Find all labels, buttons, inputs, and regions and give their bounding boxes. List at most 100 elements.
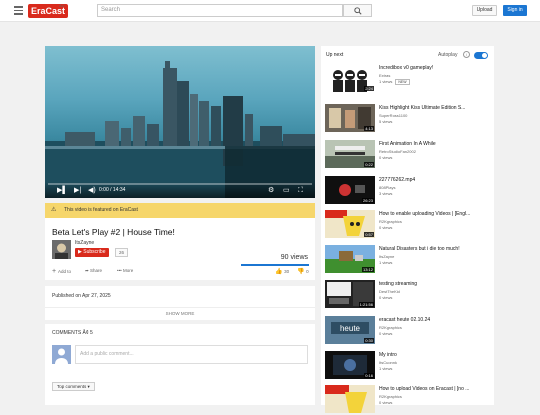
item-channel[interactable]: R2Kgraphics bbox=[379, 394, 402, 399]
comments-section: COMMENTS Â¢ 5 Add a public comment... To… bbox=[45, 324, 315, 405]
list-item[interactable]: 0:16 My intro ItsCuonnk 1 views bbox=[325, 351, 492, 381]
like-button[interactable]: 👍 30 bbox=[275, 268, 289, 275]
item-title[interactable]: eracast heute 02.10.24 bbox=[379, 317, 492, 323]
volume-icon[interactable]: ◀) bbox=[88, 187, 96, 194]
upload-button[interactable]: Upload bbox=[472, 5, 497, 16]
video-thumbnail[interactable]: 0:57 bbox=[325, 210, 375, 238]
item-channel[interactable]: ItsCuonnk bbox=[379, 360, 397, 365]
video-thumbnail[interactable]: 2:24 bbox=[325, 64, 375, 92]
item-channel[interactable]: 808Plays bbox=[379, 185, 395, 190]
item-title[interactable]: testing streaming bbox=[379, 281, 492, 287]
list-item[interactable]: 2:24 Incredibox v0 gameplay! Extras 1 vi… bbox=[325, 64, 492, 94]
item-channel[interactable]: SuperRoss1100 bbox=[379, 113, 407, 118]
views-text: 1 views bbox=[379, 79, 393, 84]
avatar-image bbox=[52, 240, 71, 259]
more-label: More bbox=[122, 268, 134, 273]
item-title[interactable]: How to enable uploading Videos | [Engl..… bbox=[379, 211, 492, 217]
item-channel[interactable]: RetroStudioFan2002 bbox=[379, 149, 416, 154]
video-thumbnail[interactable]: 0:16 bbox=[325, 351, 375, 379]
list-item[interactable]: heute 0:30 eracast heute 02.10.24 R2Kgra… bbox=[325, 316, 492, 346]
autoplay-toggle[interactable] bbox=[474, 52, 488, 59]
video-frame-cityscape bbox=[45, 61, 315, 198]
item-views: 3 views bbox=[379, 191, 393, 196]
video-info: Beta Let's Play #2 | House Time! ItsZayn… bbox=[45, 218, 315, 280]
item-views: 5 views bbox=[379, 119, 393, 124]
channel-name[interactable]: ItsZayne bbox=[75, 240, 94, 246]
search-button[interactable] bbox=[343, 4, 372, 17]
item-views: 0 views bbox=[379, 295, 393, 300]
list-item[interactable]: 13:12 Natural Disasters but i die too mu… bbox=[325, 245, 492, 275]
list-item[interactable]: 26:23 227776262.mp4 808Plays 3 views bbox=[325, 176, 492, 206]
video-title: Beta Let's Play #2 | House Time! bbox=[52, 227, 175, 237]
list-item[interactable]: 4:13 Kiss Highlight Kiss Ultimate Editio… bbox=[325, 104, 492, 134]
chevron-down-icon: ▾ bbox=[86, 384, 90, 389]
play-icon[interactable]: ▶▌ bbox=[57, 187, 67, 194]
item-channel[interactable]: DestTheKid bbox=[379, 289, 400, 294]
subscriber-count: 26 bbox=[115, 248, 129, 257]
channel-avatar[interactable] bbox=[52, 240, 71, 259]
top-header: EraCast AU Search Upload Sign in bbox=[0, 0, 540, 22]
featured-banner: ⚠ This video is featured on EraCast bbox=[45, 203, 315, 218]
settings-icon[interactable]: ⚙ bbox=[268, 187, 274, 194]
duration: 13:12 bbox=[361, 267, 374, 272]
item-title[interactable]: My intro bbox=[379, 352, 492, 358]
sign-in-button[interactable]: Sign in bbox=[503, 5, 527, 16]
item-views: 0 views bbox=[379, 331, 393, 336]
theater-icon[interactable]: ▭ bbox=[283, 187, 290, 194]
video-thumbnail[interactable] bbox=[325, 385, 375, 413]
item-views: 1 views bbox=[379, 260, 393, 265]
fullscreen-icon[interactable]: ⛶ bbox=[298, 187, 303, 194]
user-avatar bbox=[52, 345, 71, 364]
like-count: 30 bbox=[284, 269, 290, 274]
video-thumbnail[interactable]: 1:21:56 bbox=[325, 280, 375, 308]
comments-header: COMMENTS Â¢ 5 bbox=[52, 330, 93, 336]
duration: 0:30 bbox=[364, 338, 374, 343]
item-title[interactable]: 227776262.mp4 bbox=[379, 177, 492, 183]
menu-icon[interactable] bbox=[14, 6, 23, 15]
list-item[interactable]: How to upload Videos on Eracast | [no ..… bbox=[325, 385, 492, 415]
info-icon[interactable]: i bbox=[463, 51, 470, 58]
description-box: Published on Apr 27, 2025 SHOW MORE bbox=[45, 286, 315, 320]
video-thumbnail[interactable]: heute 0:30 bbox=[325, 316, 375, 344]
add-to-button[interactable]: + Add to bbox=[52, 268, 71, 275]
progress-bar[interactable] bbox=[48, 183, 312, 185]
item-channel[interactable]: Extras bbox=[379, 73, 390, 78]
item-channel[interactable]: R2Kgraphics bbox=[379, 219, 402, 224]
video-thumbnail[interactable]: 4:13 bbox=[325, 104, 375, 132]
video-thumbnail[interactable]: 0:22 bbox=[325, 140, 375, 168]
duration: 0:57 bbox=[364, 232, 374, 237]
up-next-sidebar: Up next Autoplay i 2:24 Incredibox v0 ga… bbox=[321, 46, 494, 413]
item-title[interactable]: Natural Disasters but i die too much! bbox=[379, 246, 492, 252]
item-views: 0 views bbox=[379, 400, 393, 405]
time-display: 0:00 / 14:34 bbox=[99, 187, 126, 193]
list-item[interactable]: 1:21:56 testing streaming DestTheKid 0 v… bbox=[325, 280, 492, 310]
search-input[interactable]: Search bbox=[97, 4, 343, 17]
video-thumbnail[interactable]: 26:23 bbox=[325, 176, 375, 204]
next-icon[interactable]: ▶| bbox=[74, 187, 81, 194]
dislike-count: 0 bbox=[306, 269, 309, 274]
subscribe-button[interactable]: ▶ Subscribe bbox=[75, 248, 110, 257]
item-title[interactable]: Kiss Highlight Kiss Ultimate Edition S..… bbox=[379, 105, 492, 111]
search-icon bbox=[354, 7, 362, 15]
list-item[interactable]: 0:57 How to enable uploading Videos | [E… bbox=[325, 210, 492, 240]
thumbnail-image bbox=[325, 385, 375, 413]
more-button[interactable]: ••• More bbox=[117, 268, 133, 273]
video-thumbnail[interactable]: 13:12 bbox=[325, 245, 375, 273]
item-title[interactable]: Incredibox v0 gameplay! bbox=[379, 65, 492, 71]
item-title[interactable]: First Animation In A While bbox=[379, 141, 492, 147]
video-player[interactable] bbox=[45, 46, 315, 198]
share-button[interactable]: ➦ Share bbox=[85, 268, 102, 274]
thumbs-up-icon: 👍 bbox=[275, 269, 285, 275]
item-title[interactable]: How to upload Videos on Eracast | [no ..… bbox=[379, 386, 492, 392]
item-channel[interactable]: R2Kgraphics bbox=[379, 325, 402, 330]
sort-comments-dropdown[interactable]: Top comments ▾ bbox=[52, 382, 95, 391]
show-more-button[interactable]: SHOW MORE bbox=[45, 307, 315, 320]
duration: 0:22 bbox=[364, 162, 374, 167]
list-item[interactable]: 0:22 First Animation In A While RetroStu… bbox=[325, 140, 492, 170]
duration: 26:23 bbox=[361, 198, 374, 203]
item-views: 1 views NEW bbox=[379, 79, 410, 85]
new-badge: NEW bbox=[395, 79, 410, 85]
dislike-button[interactable]: 👎 0 bbox=[297, 268, 309, 275]
item-channel[interactable]: ItsZayne bbox=[379, 254, 394, 259]
comment-input[interactable]: Add a public comment... bbox=[75, 345, 308, 364]
